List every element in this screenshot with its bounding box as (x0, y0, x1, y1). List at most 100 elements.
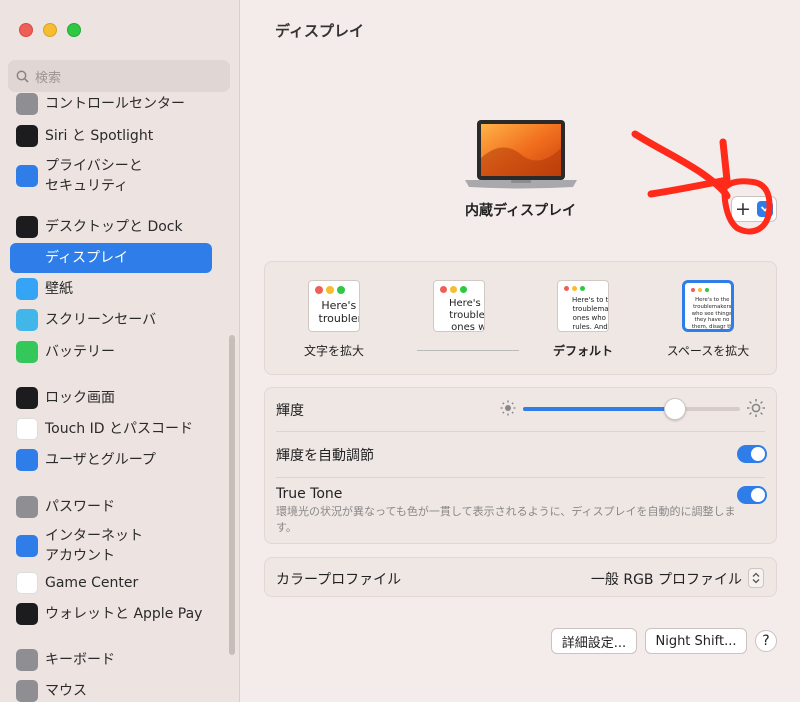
sidebar-item-label: 壁紙 (45, 281, 73, 297)
sidebar-item-label: デスクトップと Dock (45, 219, 183, 235)
resolution-preview-thumbnail: Here's to t troublema ones who (433, 280, 485, 332)
mouse-icon (16, 680, 38, 702)
resolution-panel: Here's to t troublemak文字を拡大Here's to t t… (264, 261, 777, 375)
sidebar-item[interactable]: スクリーンセーバ (10, 307, 212, 333)
sidebar-item-label: Touch ID とパスコード (45, 421, 193, 437)
sidebar-item-label: プライバシーと セキュリティ (45, 158, 143, 194)
game-center-icon (16, 572, 38, 594)
key-icon (16, 496, 38, 518)
resolution-sample-text: Here's to t troublemak (318, 299, 359, 325)
sidebar-item-label: インターネット アカウント (45, 528, 143, 564)
red-annotation-arrow (631, 130, 773, 235)
users-icon (16, 449, 38, 471)
sun-icon (16, 247, 38, 269)
resolution-preview-thumbnail: Here's to t troublemak (308, 280, 360, 332)
brightness-slider-knob[interactable] (663, 398, 686, 420)
sidebar-item-label: ディスプレイ (45, 250, 129, 266)
sidebar-item-label: バッテリー (45, 344, 115, 360)
screensaver-icon (16, 309, 38, 331)
sidebar-item[interactable]: Siri と Spotlight (10, 123, 212, 149)
sidebar-item[interactable]: バッテリー (10, 339, 212, 365)
sidebar-item[interactable]: コントロールセンター (10, 92, 212, 116)
at-icon (16, 535, 38, 557)
true-tone-description: 環境光の状況が異なっても色が一貫して表示されるように、ディスプレイを自動的に調整… (276, 505, 736, 534)
sidebar-item-label: マウス (45, 683, 87, 699)
resolution-option[interactable]: Here's to the crazy one troublemakers. T… (658, 280, 758, 359)
night-shift-button[interactable]: Night Shift... (645, 628, 747, 654)
resolution-option[interactable]: Here's to t troublemak 文字を拡大 (284, 280, 384, 359)
sidebar-item[interactable]: キーボード (10, 647, 212, 673)
sidebar-item[interactable]: Game Center (10, 570, 212, 596)
sidebar-scrollbar[interactable] (229, 335, 235, 655)
flower-icon (16, 278, 38, 300)
sidebar-item-label: ウォレットと Apple Pay (45, 606, 203, 622)
sidebar-item-label: スクリーンセーバ (45, 312, 157, 328)
resolution-sample-text: Here's to the cr troublemakers. ones who… (571, 296, 609, 331)
minimize-window-button[interactable] (43, 23, 57, 37)
color-profile-popup-button[interactable] (748, 568, 764, 588)
resolution-sample-text: Here's to t troublema ones who (449, 298, 485, 332)
color-profile-label: カラープロファイル (276, 572, 402, 588)
sidebar-item[interactable]: パスワード (10, 494, 212, 520)
main-pane: ディスプレイ 内蔵ディスプレイ + Here's to t troublemak… (241, 0, 800, 702)
resolution-sample-text: Here's to the crazy one troublemakers. T… (691, 297, 734, 331)
lock-icon (16, 387, 38, 409)
resolution-option[interactable]: Here's to t troublema ones who (409, 280, 509, 342)
sidebar-item[interactable]: ディスプレイ (10, 243, 212, 273)
siri-icon (16, 125, 38, 147)
sidebar-item[interactable]: Touch ID とパスコード (10, 416, 212, 442)
keyboard-icon (16, 649, 38, 671)
fingerprint-icon (16, 418, 38, 440)
divider (276, 477, 765, 478)
sidebar-item[interactable]: プライバシーと セキュリティ (10, 154, 212, 198)
up-down-chevron-icon (752, 572, 760, 584)
brightness-slider-fill (523, 407, 675, 411)
search-icon (16, 70, 29, 83)
sidebar-item-label: コントロールセンター (45, 96, 185, 112)
brightness-label: 輝度 (276, 403, 304, 419)
sun-large-icon (747, 399, 765, 417)
dock-icon (16, 216, 38, 238)
color-profile-panel: カラープロファイル 一般 RGB プロファイル (264, 557, 777, 597)
laptop-icon (465, 120, 577, 189)
zoom-window-button[interactable] (67, 23, 81, 37)
sidebar-item[interactable]: 壁紙 (10, 276, 212, 302)
sidebar-item-label: キーボード (45, 652, 115, 668)
sidebar-item[interactable]: ウォレットと Apple Pay (10, 601, 212, 627)
auto-brightness-label: 輝度を自動調節 (276, 448, 374, 464)
resolution-preview-thumbnail: Here's to the cr troublemakers. ones who… (557, 280, 609, 332)
color-profile-value[interactable]: 一般 RGB プロファイル (591, 569, 742, 589)
sidebar-item-label-line2: セキュリティ (45, 178, 129, 194)
sidebar-item-label-line2: アカウント (45, 548, 115, 564)
resolution-divider-line (417, 350, 519, 351)
divider (276, 431, 765, 432)
resolution-option[interactable]: Here's to the cr troublemakers. ones who… (533, 280, 633, 359)
sidebar-item[interactable]: ユーザとグループ (10, 447, 212, 473)
sidebar-item[interactable]: デスクトップと Dock (10, 214, 212, 240)
sidebar-item[interactable]: ロック画面 (10, 385, 212, 411)
control-center-icon (16, 93, 38, 115)
sidebar-item[interactable]: インターネット アカウント (10, 524, 212, 568)
true-tone-label: True Tone (276, 486, 343, 502)
sidebar-item-label: ロック画面 (45, 390, 115, 406)
resolution-option-label: スペースを拡大 (666, 344, 750, 358)
search-placeholder: 検索 (35, 70, 62, 86)
advanced-settings-button[interactable]: 詳細設定... (551, 628, 637, 654)
sun-small-icon (500, 400, 516, 416)
resolution-option-label: 文字を拡大 (303, 344, 364, 358)
wallet-icon (16, 603, 38, 625)
search-input[interactable]: 検索 (8, 60, 230, 92)
auto-brightness-toggle[interactable] (737, 445, 767, 463)
true-tone-toggle[interactable] (737, 486, 767, 504)
sidebar-item-label: ユーザとグループ (45, 452, 156, 468)
sidebar-item-label: Game Center (45, 575, 139, 591)
sidebar-item[interactable]: マウス (10, 678, 212, 702)
brightness-panel: 輝度 輝度を自動調節 True Tone 環境光の状況が異なっても色が一貫して表… (264, 387, 777, 544)
brightness-slider[interactable] (523, 398, 740, 420)
help-button[interactable]: ? (755, 630, 777, 652)
close-window-button[interactable] (19, 23, 33, 37)
hand-icon (16, 165, 38, 187)
sidebar-item-label: Siri と Spotlight (45, 128, 154, 144)
page-title: ディスプレイ (275, 22, 364, 40)
resolution-option-label: デフォルト (552, 344, 613, 358)
